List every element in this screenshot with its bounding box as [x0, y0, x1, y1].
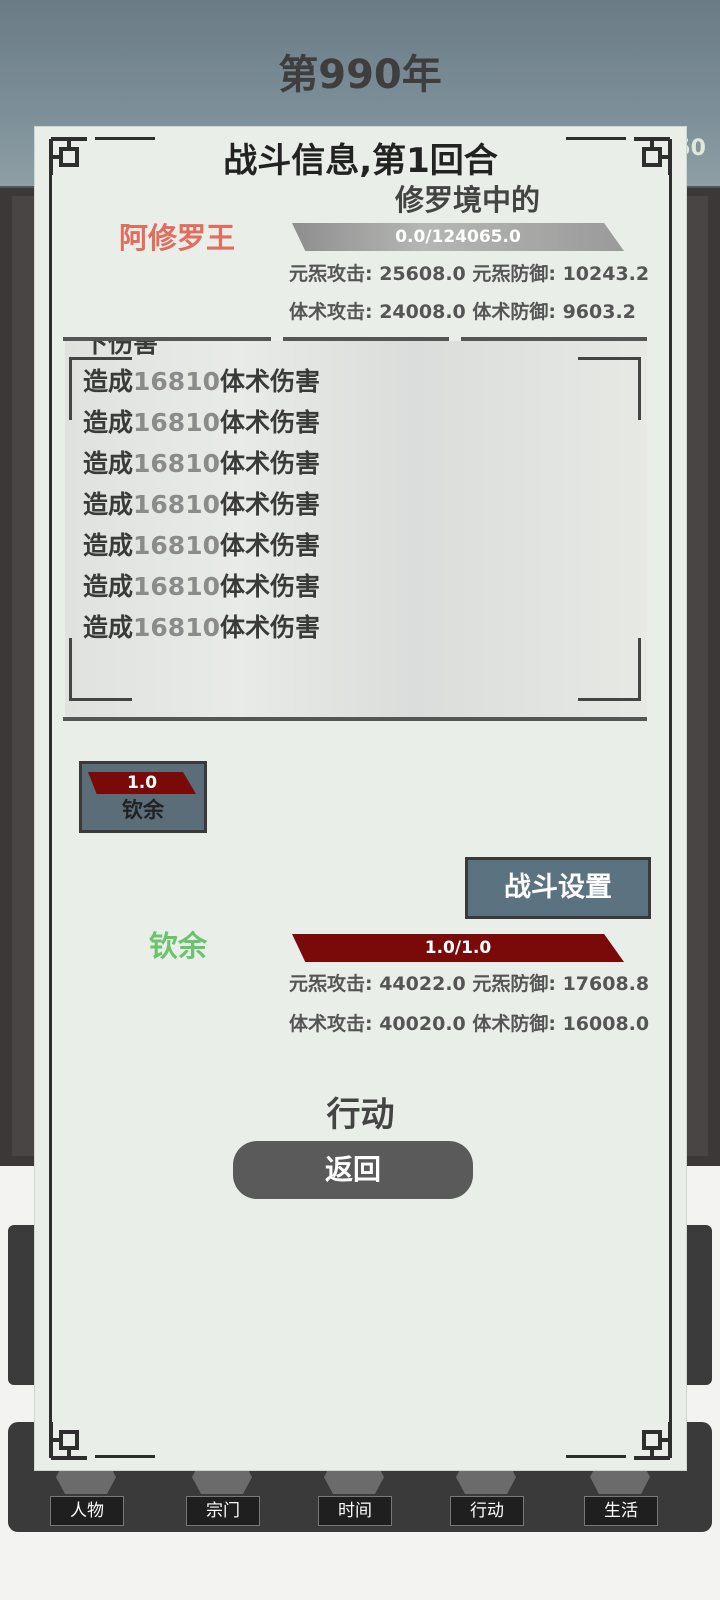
log-line: 造成16810体术伤害: [83, 367, 321, 396]
player-stats-line2: 体术攻击: 40020.0 体术防御: 16008.0: [289, 1013, 650, 1035]
nav-label: 行动: [450, 1496, 524, 1526]
corner-ornament-icon: [610, 1398, 674, 1462]
enemy-stats-line1: 元炁攻击: 25608.0 元炁防御: 10243.2: [289, 263, 650, 285]
log-line: 造成16810体术伤害: [83, 572, 321, 601]
log-lines: 下伤害 造成16810体术伤害 造成16810体术伤害 造成16810体术伤害 …: [83, 341, 320, 648]
log-partial-line: 下伤害: [83, 341, 159, 358]
battle-settings-button[interactable]: 战斗设置: [465, 857, 651, 919]
battle-dialog: 战斗信息,第1回合 修罗境中的 阿修罗王 0.0/124065.0 元炁攻击: …: [34, 126, 687, 1471]
nav-label: 人物: [50, 1496, 124, 1526]
nav-label: 生活: [584, 1496, 658, 1526]
log-bottom-divider: [63, 717, 647, 721]
player-hp-bar: 1.0/1.0: [292, 934, 624, 962]
log-line: 造成16810体术伤害: [83, 490, 321, 519]
enemy-hp-bar: 0.0/124065.0: [292, 223, 624, 251]
log-line: 造成16810体术伤害: [83, 449, 321, 478]
log-corner-br: [578, 638, 641, 701]
enemy-prefix: 修罗境中的: [395, 183, 541, 217]
unit-hp-bar: 1.0: [88, 772, 196, 794]
enemy-stats-line2: 体术攻击: 24008.0 体术防御: 9603.2: [289, 301, 636, 323]
frame-left-line: [49, 167, 52, 1427]
action-label: 行动: [326, 1095, 395, 1135]
year-title: 第990年: [278, 52, 442, 98]
log-line: 造成16810体术伤害: [83, 408, 321, 437]
unit-name: 钦余: [122, 798, 164, 822]
log-corner-tr: [578, 357, 641, 420]
nav-label: 宗门: [186, 1496, 260, 1526]
log-line: 造成16810体术伤害: [83, 531, 321, 560]
enemy-name: 阿修罗王: [119, 221, 236, 255]
player-stats-line1: 元炁攻击: 44022.0 元炁防御: 17608.8: [289, 973, 650, 995]
frame-right-line: [669, 167, 672, 1427]
log-line: 造成16810体术伤害: [83, 613, 321, 642]
return-button[interactable]: 返回: [233, 1141, 473, 1199]
corner-ornament-icon: [47, 1398, 111, 1462]
battle-log[interactable]: 下伤害 造成16810体术伤害 造成16810体术伤害 造成16810体术伤害 …: [65, 341, 647, 721]
player-name: 钦余: [149, 929, 208, 963]
dialog-title: 战斗信息,第1回合: [223, 141, 498, 181]
nav-label: 时间: [318, 1496, 392, 1526]
unit-card[interactable]: 1.0 钦余: [79, 761, 207, 833]
